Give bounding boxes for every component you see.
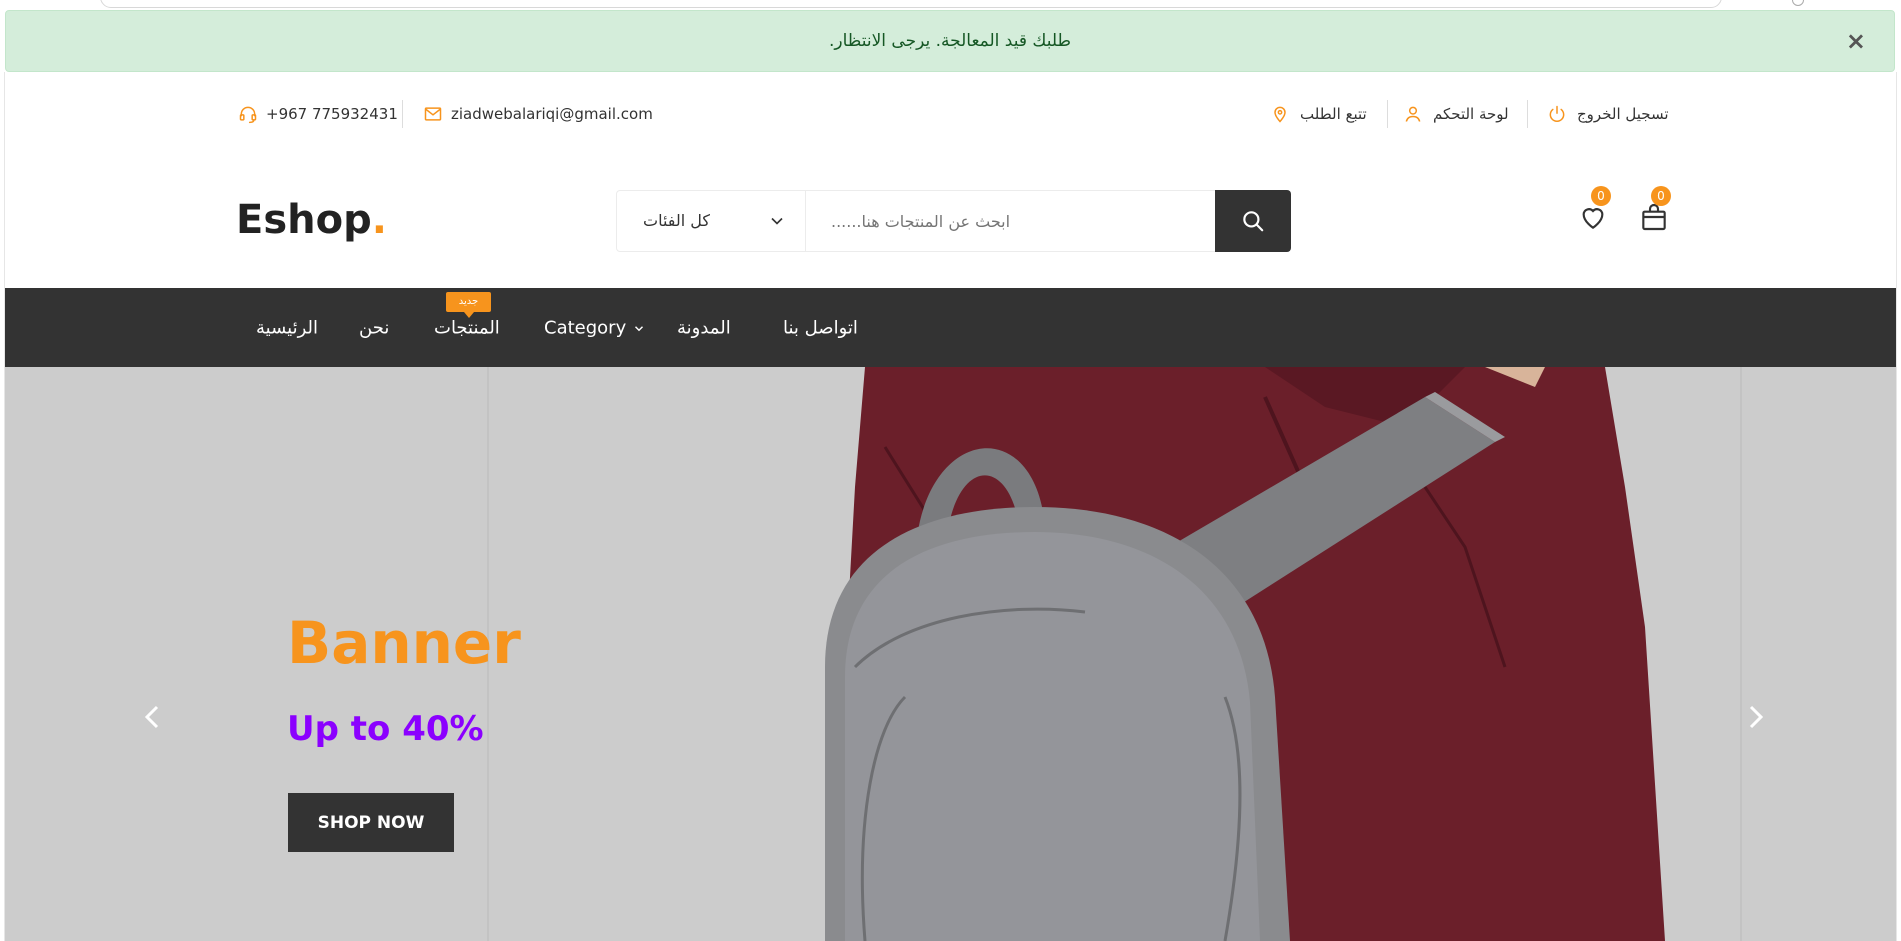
topbar-email: ziadwebalariqi@gmail.com xyxy=(423,104,653,124)
new-badge: جديد xyxy=(446,292,491,318)
search-icon xyxy=(1243,211,1264,232)
nav-category-label: Category xyxy=(544,317,627,339)
topbar: +967 775932431 ziadwebalariqi@gmail.com … xyxy=(5,75,1896,154)
dashboard-link[interactable]: لوحة التحكم xyxy=(1403,104,1509,124)
chevron-down-icon xyxy=(635,325,644,331)
shop-now-button[interactable]: SHOP NOW xyxy=(288,793,454,852)
logo-dot: . xyxy=(371,197,387,243)
carousel-next-arrow-icon[interactable] xyxy=(1745,697,1769,737)
topbar-phone: +967 775932431 xyxy=(238,104,398,124)
processing-alert: .طلبك قيد المعالجة. يرجى الانتظار × xyxy=(5,10,1895,72)
logout-link[interactable]: تسجيل الخروج xyxy=(1547,104,1669,124)
topbar-separator xyxy=(1387,100,1388,128)
wishlist-heart-icon[interactable] xyxy=(1577,201,1609,233)
nav-item-about[interactable]: نحن xyxy=(359,318,389,339)
power-icon xyxy=(1549,105,1565,123)
browser-top-strip xyxy=(0,0,1901,8)
email-address: ziadwebalariqi@gmail.com xyxy=(451,105,653,123)
logout-label: تسجيل الخروج xyxy=(1577,105,1669,123)
nav-item-contact[interactable]: اتواصل بنا xyxy=(783,318,858,339)
cart-bag-icon[interactable] xyxy=(1638,201,1670,233)
category-select[interactable]: كل الفئات xyxy=(617,191,806,251)
cart-count-badge: 0 xyxy=(1651,186,1671,206)
track-order-label: تتبع الطلب xyxy=(1300,105,1367,123)
chevron-down-icon xyxy=(771,217,783,225)
hero-title: Banner xyxy=(287,609,521,677)
alert-message: .طلبك قيد المعالجة. يرجى الانتظار xyxy=(828,31,1071,51)
hero-carousel: Banner Up to 40% SHOP NOW xyxy=(5,367,1896,941)
dashboard-label: لوحة التحكم xyxy=(1433,105,1509,123)
logo-text: Eshop xyxy=(236,197,372,243)
nav-item-category[interactable]: Category xyxy=(544,318,646,339)
hero-panel-divider xyxy=(1740,367,1742,941)
topbar-separator xyxy=(1527,100,1528,128)
search-input[interactable] xyxy=(807,191,1207,251)
browser-address-bar xyxy=(100,0,1722,8)
alert-close-icon[interactable]: × xyxy=(1846,29,1866,53)
header: Eshop. كل الفئات 0 0 xyxy=(5,153,1896,287)
user-icon xyxy=(1405,106,1421,122)
browser-menu-icon xyxy=(1792,0,1804,6)
carousel-prev-arrow-icon[interactable] xyxy=(139,697,163,737)
site-logo[interactable]: Eshop. xyxy=(236,197,387,243)
topbar-separator xyxy=(402,100,403,128)
nav-item-home[interactable]: الرئيسية xyxy=(256,318,318,339)
nav-item-blog[interactable]: المدونة xyxy=(677,318,731,339)
headset-icon xyxy=(239,106,257,124)
track-order-link[interactable]: تتبع الطلب xyxy=(1270,104,1367,124)
page-frame-right xyxy=(1896,72,1897,941)
phone-number: +967 775932431 xyxy=(266,105,398,123)
main-nav: الرئيسية نحن المنتجات جديد Category المد… xyxy=(5,288,1896,367)
hero-backpack-image xyxy=(825,367,1665,941)
category-select-label: كل الفئات xyxy=(643,211,710,230)
location-pin-icon xyxy=(1274,106,1286,123)
mail-icon xyxy=(424,107,442,121)
search-button[interactable] xyxy=(1215,190,1291,252)
hero-subtitle: Up to 40% xyxy=(287,709,484,749)
nav-item-products[interactable]: المنتجات xyxy=(434,318,500,339)
wishlist-count-badge: 0 xyxy=(1591,186,1611,206)
search-bar: كل الفئات xyxy=(616,190,1291,252)
